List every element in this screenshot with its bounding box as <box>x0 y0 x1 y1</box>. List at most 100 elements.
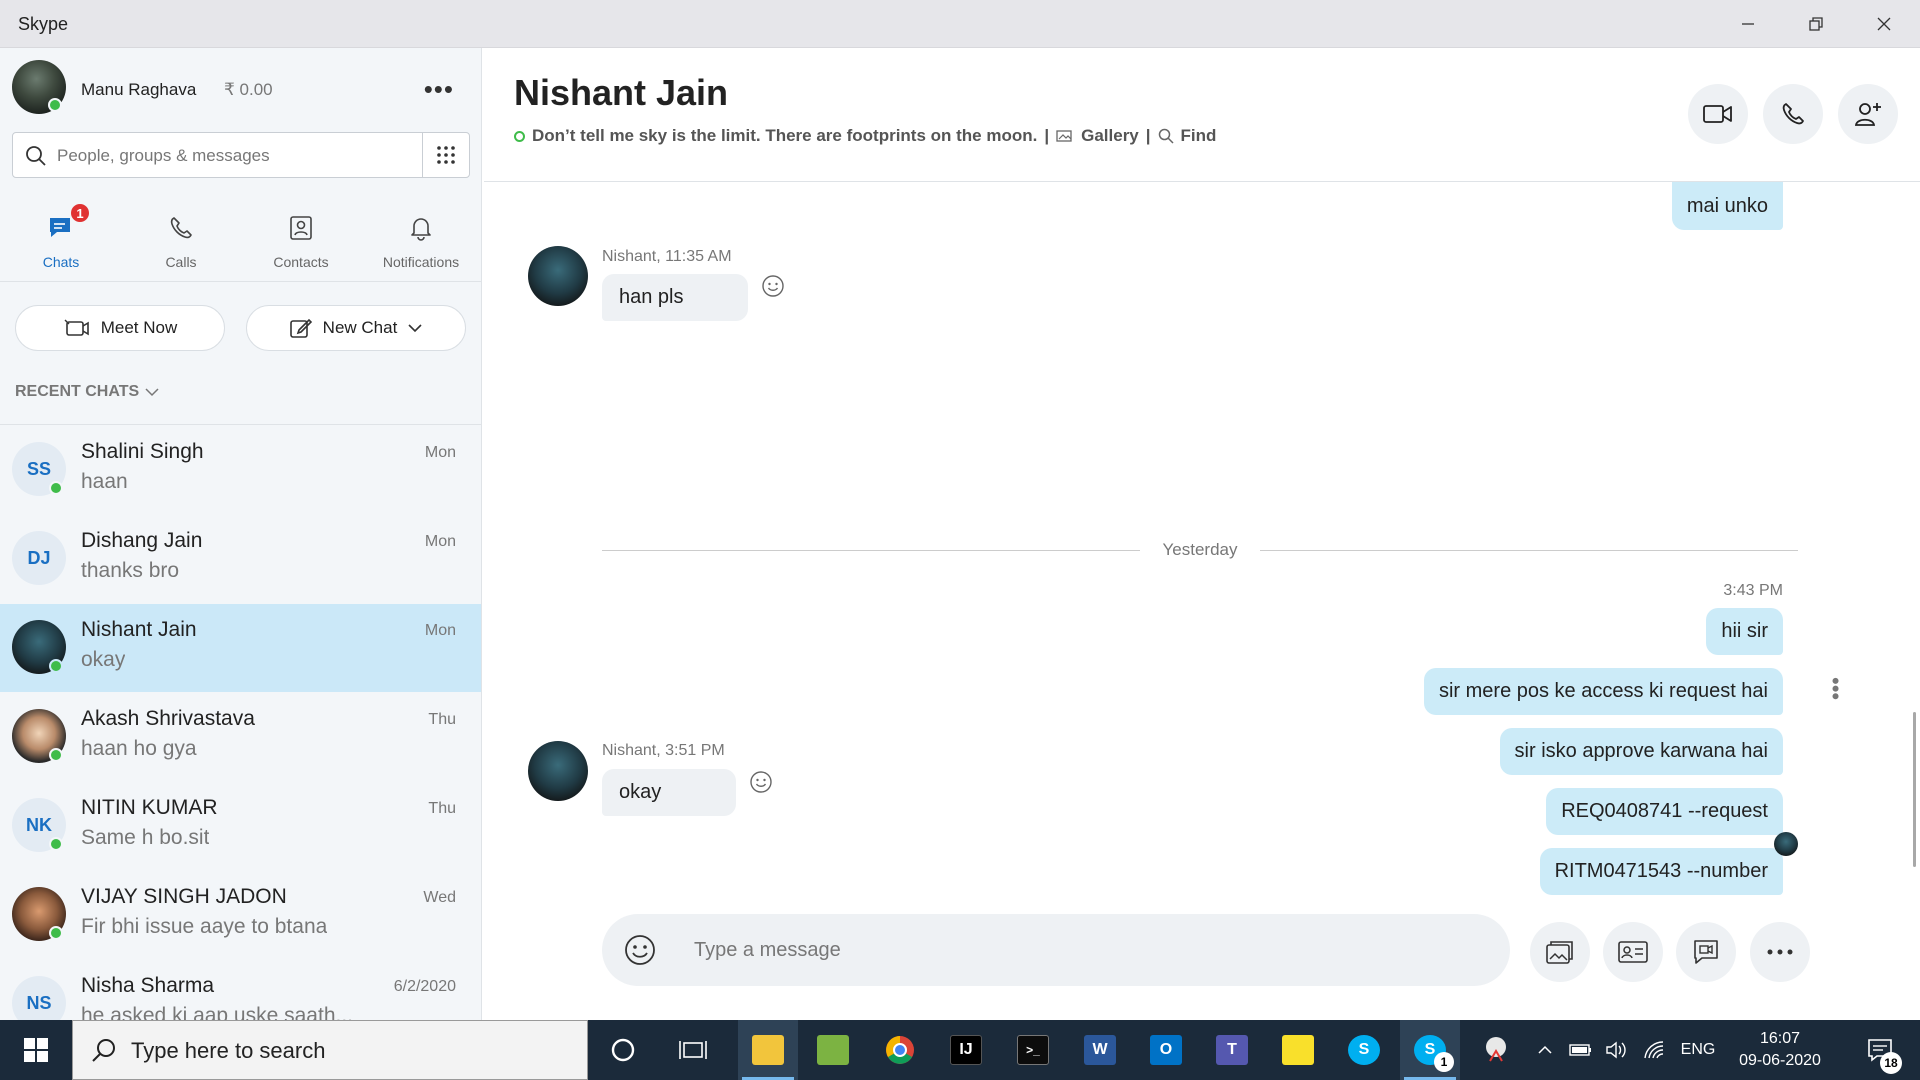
search-icon <box>26 146 46 166</box>
presence-indicator <box>49 659 63 673</box>
tab-notifications[interactable]: Notifications <box>361 202 481 282</box>
taskbar-teams[interactable]: T <box>1202 1020 1262 1080</box>
search-input[interactable] <box>57 141 417 171</box>
chat-preview: Fir bhi issue aaye to btana <box>81 915 328 938</box>
chat-list-item[interactable]: SS Shalini Singh haan Mon <box>0 426 481 514</box>
notification-count: 18 <box>1880 1052 1902 1074</box>
incoming-message[interactable]: han pls <box>602 274 748 321</box>
taskbar-clock[interactable]: 16:07 09-06-2020 <box>1730 1028 1830 1072</box>
add-people-button[interactable] <box>1838 84 1898 144</box>
restore-button[interactable] <box>1782 0 1850 48</box>
chat-preview: haan <box>81 470 128 493</box>
more-options-icon[interactable]: ••• <box>424 74 454 105</box>
chat-list-item[interactable]: Akash Shrivastava haan ho gya Thu <box>0 693 481 781</box>
clock-time: 16:07 <box>1759 1030 1801 1047</box>
meet-now-button[interactable]: Meet Now <box>15 305 225 351</box>
taskbar-intellij[interactable]: IJ <box>936 1020 996 1080</box>
chat-list-item[interactable]: NS Nisha Sharma he asked ki aap uske saa… <box>0 960 481 1020</box>
battery-indicator[interactable] <box>1566 1020 1596 1080</box>
taskbar-skype-business[interactable]: S <box>1334 1020 1394 1080</box>
scrollbar-thumb[interactable] <box>1913 712 1916 867</box>
new-chat-button[interactable]: New Chat <box>246 305 466 351</box>
chat-list-item-selected[interactable]: Nishant Jain okay Mon <box>0 604 481 692</box>
chat-time: Mon <box>424 622 456 639</box>
teams-icon: T <box>1216 1035 1248 1065</box>
send-media-button[interactable] <box>1530 922 1590 982</box>
outgoing-message[interactable]: sir mere pos ke access ki request hai <box>1423 668 1783 715</box>
taskbar-skype[interactable]: S 1 <box>1400 1020 1460 1080</box>
start-button[interactable] <box>0 1020 72 1080</box>
emoji-icon[interactable] <box>622 932 658 968</box>
profile-area[interactable]: Manu Raghava ₹ 0.00 ••• <box>12 60 472 120</box>
taskbar-terminal[interactable]: >_ <box>1003 1020 1063 1080</box>
network-indicator[interactable] <box>1638 1020 1672 1080</box>
taskbar-search[interactable] <box>72 1020 588 1080</box>
video-meet-icon <box>64 319 89 336</box>
taskbar-search-input[interactable] <box>131 1035 571 1067</box>
volume-indicator[interactable] <box>1602 1020 1632 1080</box>
dialpad-icon[interactable] <box>436 145 456 165</box>
minimize-button[interactable] <box>1714 0 1782 48</box>
find-link[interactable]: Find <box>1181 126 1217 146</box>
smiley-reaction-icon[interactable] <box>749 770 773 794</box>
recent-chats-header[interactable]: RECENT CHATS <box>15 383 159 401</box>
separator: | <box>1145 126 1151 145</box>
outgoing-message[interactable]: sir isko approve karwana hai <box>1499 728 1783 775</box>
profile-name[interactable]: Manu Raghava <box>81 80 196 100</box>
tab-calls-label: Calls <box>165 254 197 270</box>
outgoing-message[interactable]: REQ0408741 --request <box>1546 788 1783 835</box>
search-box[interactable] <box>12 132 470 178</box>
send-contact-button[interactable] <box>1603 922 1663 982</box>
smiley-reaction-icon[interactable] <box>761 274 785 298</box>
action-center-button[interactable]: 18 <box>1850 1020 1910 1080</box>
avatar: NS <box>12 976 66 1020</box>
outgoing-message[interactable]: mai unko <box>1671 182 1783 230</box>
chat-list-item[interactable]: DJ Dishang Jain thanks bro Mon <box>0 515 481 603</box>
tab-calls[interactable]: Calls <box>121 202 241 282</box>
sender-avatar[interactable] <box>528 741 588 801</box>
chat-list-item[interactable]: NK NITIN KUMAR Same h bo.sit Thu <box>0 782 481 870</box>
video-call-button[interactable] <box>1688 84 1748 144</box>
taskbar: IJ >_ W O T S S 1 ENG 16:07 09-06-2020 <box>0 1020 1920 1080</box>
taskbar-sticky-notes[interactable] <box>1268 1020 1328 1080</box>
message-area[interactable]: mai unko Nishant, 11:35 AM han pls Yeste… <box>484 182 1920 1020</box>
cortana-button[interactable] <box>593 1020 653 1080</box>
message-options-icon[interactable]: ••• <box>1822 677 1848 700</box>
incoming-message[interactable]: okay <box>602 769 736 816</box>
show-hidden-icons[interactable] <box>1530 1020 1560 1080</box>
avatar: DJ <box>12 531 66 585</box>
gallery-link[interactable]: Gallery <box>1081 126 1139 146</box>
tab-chats[interactable]: 1 Chats <box>1 202 121 282</box>
taskbar-snipping-tool[interactable] <box>1466 1020 1526 1080</box>
taskbar-app-paint[interactable] <box>803 1020 863 1080</box>
taskbar-outlook[interactable]: O <box>1136 1020 1196 1080</box>
sender-avatar[interactable] <box>528 246 588 306</box>
audio-call-button[interactable] <box>1763 84 1823 144</box>
more-options-button[interactable] <box>1750 922 1810 982</box>
chat-name: Nishant Jain <box>81 618 197 641</box>
message-composer[interactable] <box>602 914 1510 986</box>
task-view-button[interactable] <box>663 1020 723 1080</box>
chat-time: 6/2/2020 <box>393 978 456 995</box>
close-button[interactable] <box>1850 0 1918 48</box>
conversation-title[interactable]: Nishant Jain <box>514 72 728 114</box>
list-divider <box>0 424 481 425</box>
message-input[interactable] <box>694 932 1474 968</box>
language-indicator[interactable]: ENG <box>1676 1020 1720 1080</box>
chat-preview: Same h bo.sit <box>81 826 210 849</box>
video-message-button[interactable] <box>1676 922 1736 982</box>
mood-message: Don’t tell me sky is the limit. There ar… <box>532 126 1038 145</box>
close-icon <box>1877 17 1891 31</box>
outgoing-message[interactable]: RITM0471543 --number <box>1539 848 1783 895</box>
outgoing-message[interactable]: hii sir <box>1706 608 1783 655</box>
tab-contacts[interactable]: Contacts <box>241 202 361 282</box>
taskbar-chrome[interactable] <box>870 1020 930 1080</box>
sidebar: Manu Raghava ₹ 0.00 ••• 1 Chats Calls <box>0 48 482 1020</box>
chat-list-item[interactable]: VIJAY SINGH JADON Fir bhi issue aaye to … <box>0 871 481 959</box>
taskbar-file-explorer[interactable] <box>738 1020 798 1080</box>
profile-credit[interactable]: ₹ 0.00 <box>224 80 273 100</box>
taskbar-word[interactable]: W <box>1070 1020 1130 1080</box>
paint-icon <box>817 1035 849 1065</box>
unread-badge: 1 <box>69 202 91 224</box>
presence-ring-icon <box>514 130 525 142</box>
